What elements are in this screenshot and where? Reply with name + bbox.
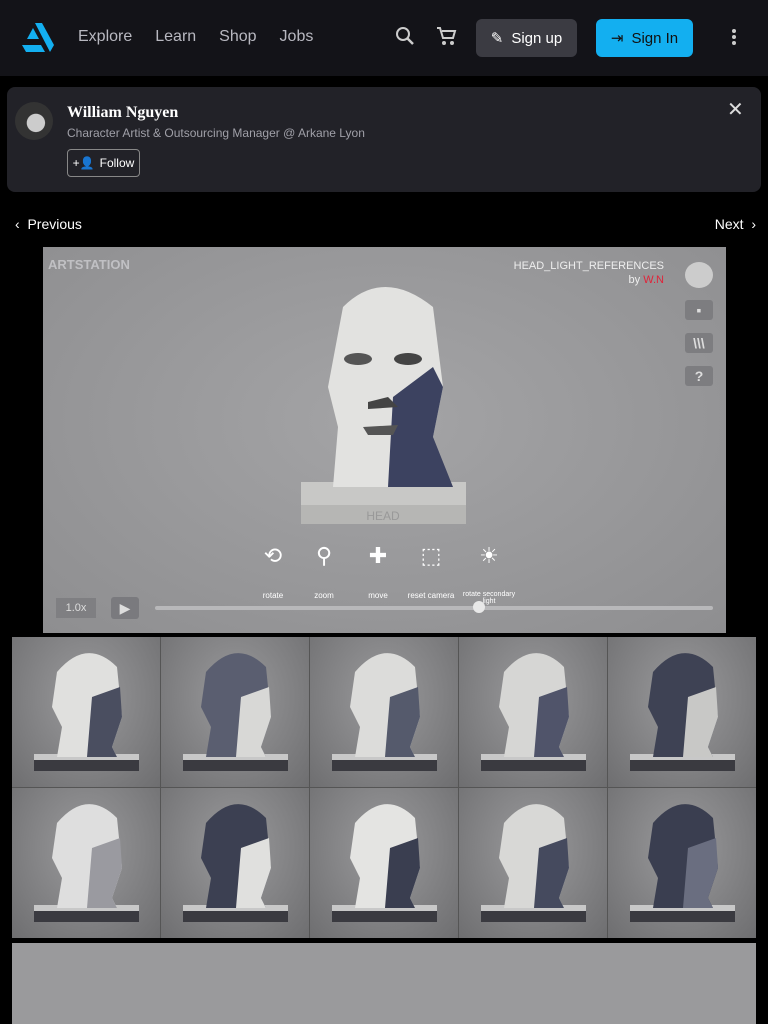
viewer-title: HEAD_LIGHT_REFERENCES by W.N <box>513 260 664 286</box>
move-icon: ✚ <box>368 543 388 568</box>
artist-role: Character Artist & Outsourcing Manager @… <box>67 126 365 140</box>
gallery-thumbnail[interactable] <box>608 788 756 938</box>
login-icon: ⇥ <box>610 30 624 47</box>
gallery-thumbnail[interactable] <box>459 788 607 938</box>
sign-in-button[interactable]: ⇥ Sign In <box>596 19 693 57</box>
wireframe-icon[interactable]: \\\ <box>685 333 713 353</box>
head-thumbnail <box>481 653 586 771</box>
lighting-toggle-icon[interactable]: ▪ <box>685 300 713 320</box>
control-move: ✚ move <box>348 543 408 600</box>
gallery-thumbnail[interactable] <box>12 637 160 787</box>
base-label: HEAD <box>366 509 400 523</box>
head-thumbnail <box>183 653 288 771</box>
head-thumbnail <box>332 804 437 922</box>
viewer-watermark: ARTSTATION <box>48 257 130 272</box>
add-user-icon: +👤 <box>72 156 95 170</box>
next-link[interactable]: Next › <box>715 216 756 232</box>
gallery-thumbnail[interactable] <box>161 788 309 938</box>
previous-link[interactable]: ‹ Previous <box>15 216 82 232</box>
skull-icon[interactable] <box>685 262 713 288</box>
nav-explore[interactable]: Explore <box>78 28 132 46</box>
cart-icon[interactable] <box>436 26 457 46</box>
sign-up-button[interactable]: ✎ Sign up <box>476 19 577 57</box>
artstation-logo[interactable] <box>22 23 54 53</box>
close-icon[interactable]: ✕ <box>727 97 744 122</box>
gallery-thumbnail[interactable] <box>161 637 309 787</box>
control-zoom: ⚲ zoom <box>294 543 354 600</box>
search-icon[interactable] <box>395 26 415 46</box>
head-thumbnail <box>34 804 139 922</box>
artist-name[interactable]: William Nguyen <box>67 104 178 122</box>
head-lighting-gallery <box>12 637 756 938</box>
control-secondary-light: ☀ rotate secondary light <box>459 543 519 605</box>
nav-jobs[interactable]: Jobs <box>280 28 314 46</box>
head-thumbnail <box>332 653 437 771</box>
chevron-left-icon: ‹ <box>15 216 28 232</box>
timeline-slider[interactable] <box>155 601 713 613</box>
gallery-thumbnail[interactable] <box>310 637 458 787</box>
timeline-knob[interactable] <box>472 601 485 613</box>
play-button[interactable]: ▶ <box>111 597 139 619</box>
zoom-icon: ⚲ <box>315 543 333 568</box>
pencil-icon: ✎ <box>490 30 504 47</box>
play-icon: ▶ <box>119 600 131 616</box>
head-thumbnail <box>481 804 586 922</box>
head-thumbnail <box>630 804 735 922</box>
nav-shop[interactable]: Shop <box>219 28 256 46</box>
gallery-thumbnail[interactable] <box>310 788 458 938</box>
head-thumbnail <box>183 804 288 922</box>
top-nav-bar: Explore Learn Shop Jobs ✎ Sign up ⇥ Sign I… <box>0 0 768 76</box>
gallery-thumbnail[interactable] <box>459 637 607 787</box>
follow-button[interactable]: +👤 Follow <box>67 149 140 177</box>
next-artwork-image[interactable] <box>12 943 756 1024</box>
head-thumbnail <box>34 653 139 771</box>
head-thumbnail <box>630 653 735 771</box>
reset-camera-icon: ⬚ <box>420 543 442 568</box>
avatar[interactable] <box>15 102 53 140</box>
gallery-thumbnail[interactable] <box>12 788 160 938</box>
help-button[interactable]: ? <box>685 366 713 386</box>
nav-learn[interactable]: Learn <box>155 28 196 46</box>
gallery-thumbnail[interactable] <box>608 637 756 787</box>
head-model: HEAD <box>301 287 466 524</box>
chevron-right-icon: › <box>743 216 756 232</box>
more-menu-icon[interactable] <box>728 27 740 47</box>
3d-viewer[interactable]: ARTSTATION HEAD_LIGHT_REFERENCES by W.N ▪… <box>43 247 726 633</box>
speed-button[interactable]: 1.0x <box>56 598 96 618</box>
control-reset-camera: ⬚ reset camera <box>401 543 461 600</box>
light-icon: ☀ <box>479 543 499 568</box>
